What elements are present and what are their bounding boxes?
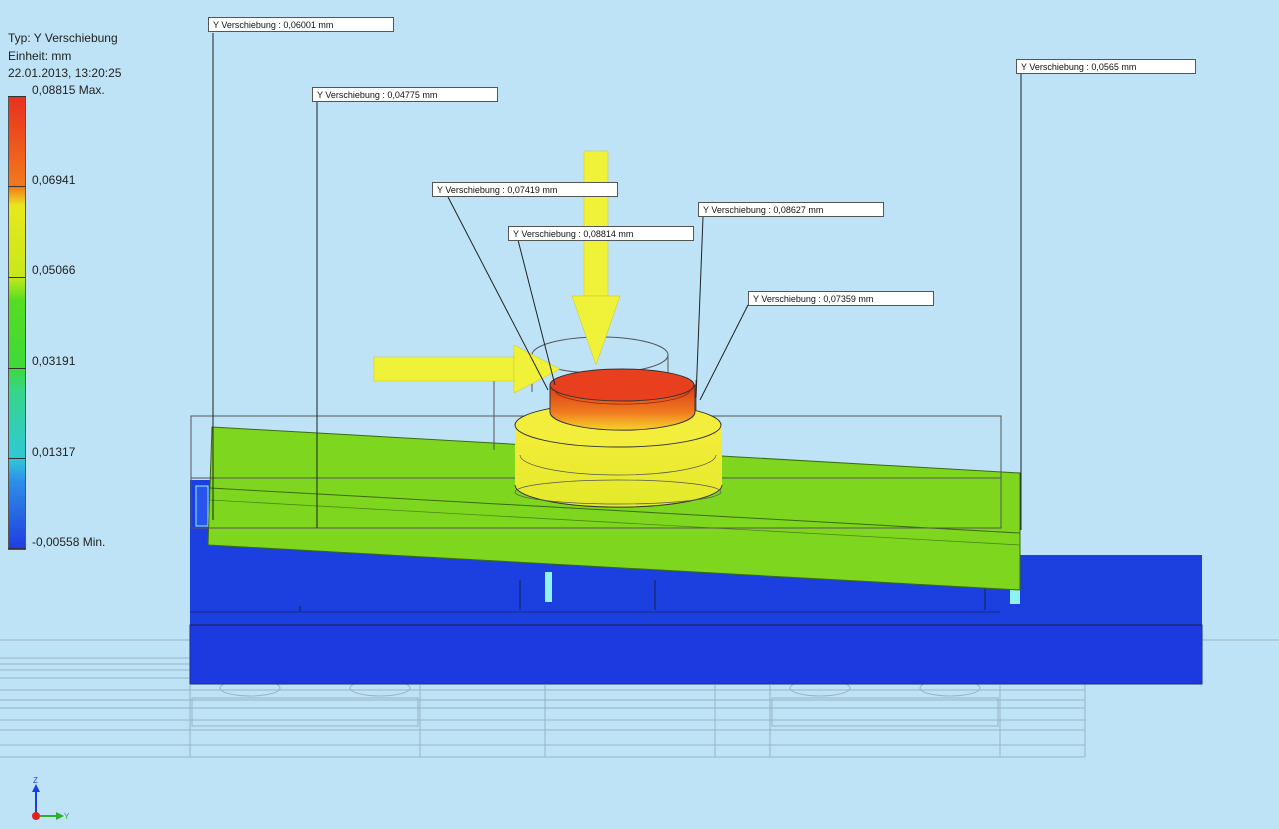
- triad-y-label: Y: [64, 812, 70, 821]
- probe-label: Y Verschiebung : 0,08627 mm: [698, 202, 884, 217]
- orientation-triad[interactable]: Z Y: [24, 776, 74, 826]
- load-cylinder: [549, 368, 696, 431]
- probe-label: Y Verschiebung : 0,04775 mm: [312, 87, 498, 102]
- probe-label: Y Verschiebung : 0,07419 mm: [432, 182, 618, 197]
- model-viewport[interactable]: [0, 0, 1279, 829]
- triad-z-label: Z: [33, 776, 38, 785]
- probe-label: Y Verschiebung : 0,06001 mm: [208, 17, 394, 32]
- probe-label: Y Verschiebung : 0,07359 mm: [748, 291, 934, 306]
- probe-label: Y Verschiebung : 0,0565 mm: [1016, 59, 1196, 74]
- probe-label: Y Verschiebung : 0,08814 mm: [508, 226, 694, 241]
